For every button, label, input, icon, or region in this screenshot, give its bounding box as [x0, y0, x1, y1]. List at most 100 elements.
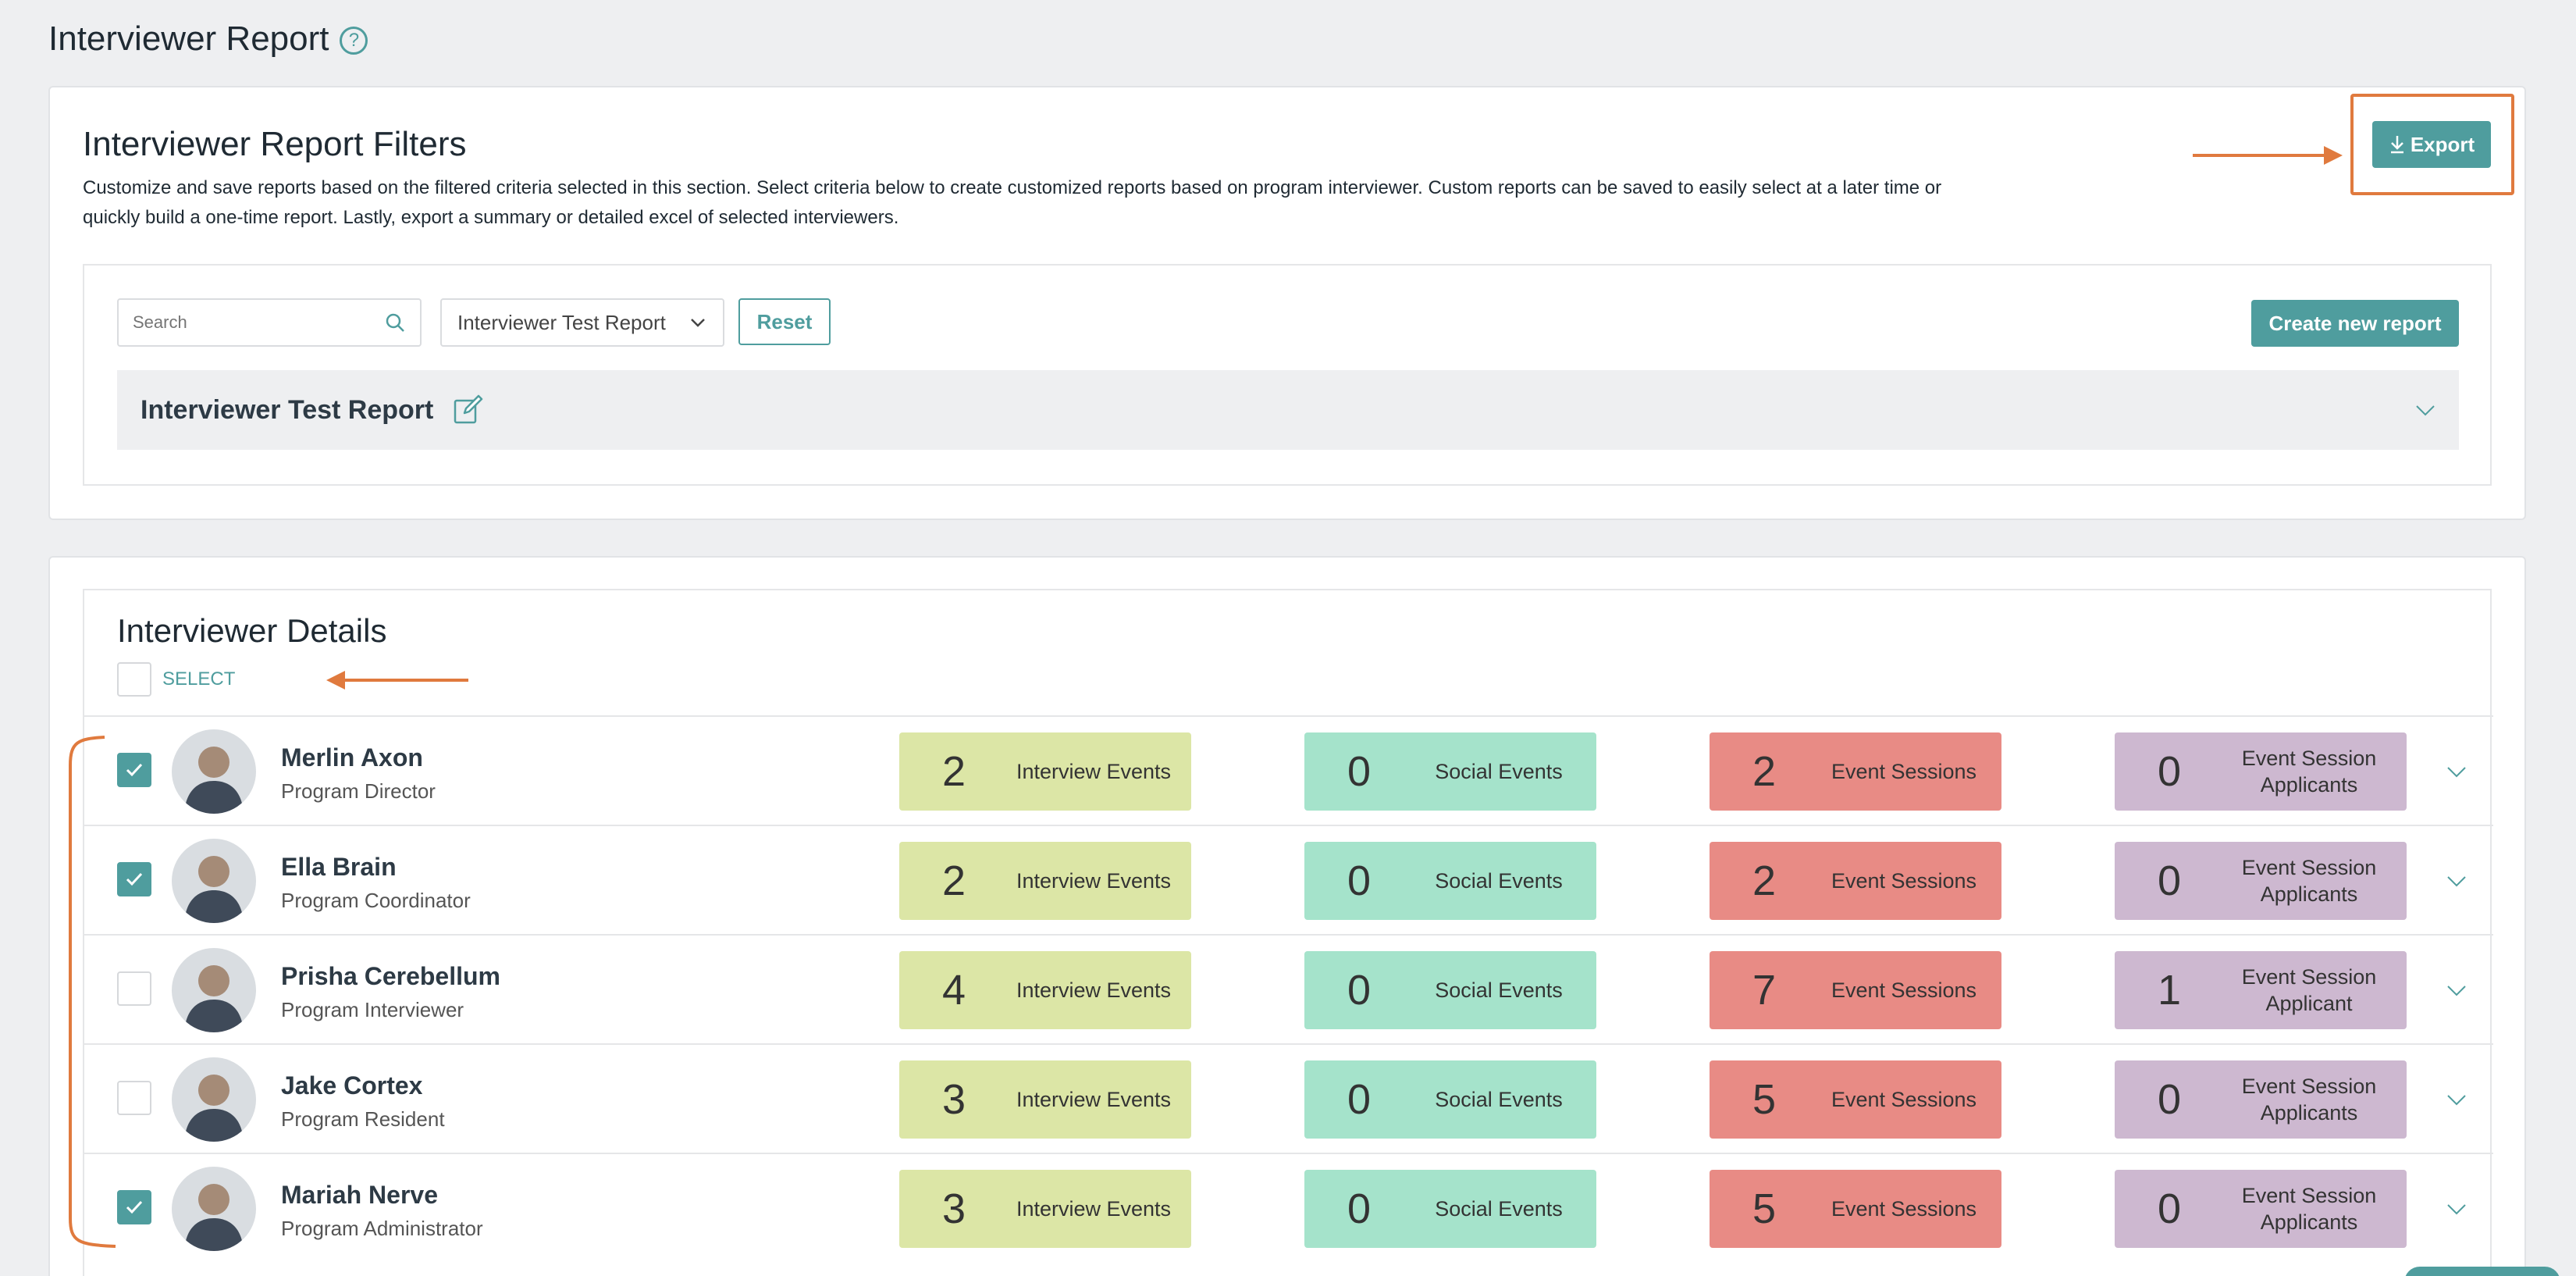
interview-events-label: Interview Events	[1016, 760, 1172, 783]
event-sessions-stat: 7 Event Sessions	[1710, 951, 2001, 1029]
report-panel-header[interactable]: Interviewer Test Report	[117, 370, 2459, 450]
event-sessions-count: 5	[1752, 1076, 1777, 1123]
event-sessions-label: Event Sessions	[1831, 869, 1977, 893]
event-session-applicants-label: Event Session Applicant	[2224, 964, 2407, 1017]
event-session-applicants-label: Event Session Applicants	[2224, 1182, 2407, 1235]
avatar	[172, 948, 256, 1032]
chevron-down-icon[interactable]	[2445, 978, 2468, 1002]
edit-icon[interactable]	[452, 394, 483, 426]
applicants-label-line-1: Event Session	[2241, 747, 2377, 770]
search-icon[interactable]	[384, 312, 406, 333]
event-session-applicants-stat: 1 Event Session Applicant	[2115, 951, 2407, 1029]
interviewer-name: Mariah Nerve	[281, 1181, 438, 1209]
applicants-label-line-2: Applicants	[2260, 1210, 2358, 1234]
interview-events-stat: 4 Interview Events	[899, 951, 1191, 1029]
details-panel: Interviewer Details SELECT Merlin Axon P…	[83, 589, 2493, 1276]
search-input[interactable]	[133, 312, 384, 333]
avatar-icon	[172, 948, 256, 1032]
page-title: Interviewer Report	[48, 20, 329, 58]
event-sessions-stat: 5 Event Sessions	[1710, 1170, 2001, 1248]
interviewer-role: Program Resident	[281, 1107, 445, 1131]
social-events-stat: 0 Social Events	[1304, 732, 1596, 811]
interview-events-label: Interview Events	[1016, 1197, 1172, 1221]
annotation-arrow-right-icon	[2193, 146, 2343, 165]
table-row: Jake Cortex Program Resident 3 Interview…	[84, 1043, 2493, 1153]
select-all-checkbox[interactable]	[117, 662, 151, 697]
report-select[interactable]: Interviewer Test Report	[440, 298, 724, 347]
social-events-stat: 0 Social Events	[1304, 842, 1596, 920]
event-sessions-count: 5	[1752, 1185, 1777, 1232]
export-button[interactable]: Export	[2372, 121, 2491, 168]
event-session-applicants-label: Event Session Applicants	[2224, 1073, 2407, 1126]
event-sessions-stat: 2 Event Sessions	[1710, 732, 2001, 811]
reset-button[interactable]: Reset	[738, 298, 831, 345]
check-icon	[126, 763, 143, 777]
filters-card: Interviewer Report Filters Customize and…	[48, 86, 2526, 520]
chevron-down-icon[interactable]	[2445, 869, 2468, 893]
row-checkbox[interactable]	[117, 971, 151, 1006]
interview-events-label: Interview Events	[1016, 1088, 1172, 1111]
social-events-label: Social Events	[1435, 1197, 1563, 1221]
interviewer-name: Jake Cortex	[281, 1071, 423, 1100]
avatar-icon	[172, 729, 256, 814]
social-events-count: 0	[1347, 967, 1372, 1014]
interview-events-count: 2	[941, 748, 966, 795]
filters-title: Interviewer Report Filters	[83, 125, 467, 163]
applicants-label-line-2: Applicants	[2260, 882, 2358, 906]
interviewer-role: Program Coordinator	[281, 889, 471, 912]
applicants-label-line-1: Event Session	[2241, 1075, 2377, 1098]
event-sessions-stat: 2 Event Sessions	[1710, 842, 2001, 920]
chevron-down-icon[interactable]	[2445, 760, 2468, 783]
applicants-label-line-2: Applicants	[2260, 1101, 2358, 1125]
check-icon	[126, 872, 143, 886]
applicants-label-line-2: Applicant	[2265, 992, 2353, 1015]
filters-description: Customize and save reports based on the …	[83, 177, 1942, 228]
avatar-icon	[172, 839, 256, 923]
annotation-bracket	[69, 736, 116, 1248]
interviewer-role: Program Interviewer	[281, 998, 464, 1021]
floating-action-button[interactable]	[2404, 1267, 2560, 1276]
avatar	[172, 839, 256, 923]
avatar	[172, 729, 256, 814]
social-events-count: 0	[1347, 748, 1372, 795]
interview-events-count: 3	[941, 1185, 966, 1232]
select-all-label[interactable]: SELECT	[162, 668, 235, 690]
event-sessions-count: 2	[1752, 748, 1777, 795]
check-icon	[126, 1200, 143, 1214]
interview-events-label: Interview Events	[1016, 869, 1172, 893]
social-events-label: Social Events	[1435, 760, 1563, 783]
social-events-stat: 0 Social Events	[1304, 1170, 1596, 1248]
select-all-row: SELECT	[117, 662, 235, 697]
chevron-down-icon[interactable]	[2414, 398, 2437, 422]
event-session-applicants-stat: 0 Event Session Applicants	[2115, 842, 2407, 920]
interviewer-name: Merlin Axon	[281, 743, 423, 772]
filters-panel: Interviewer Test Report Reset Create new…	[83, 264, 2492, 486]
table-row: Prisha Cerebellum Program Interviewer 4 …	[84, 934, 2493, 1043]
create-new-report-button[interactable]: Create new report	[2251, 300, 2459, 347]
interviewer-role: Program Director	[281, 779, 436, 803]
event-session-applicants-count: 0	[2157, 1076, 2182, 1123]
page-header: Interviewer Report ?	[48, 17, 368, 61]
details-card: Interviewer Details SELECT Merlin Axon P…	[48, 556, 2526, 1276]
row-checkbox[interactable]	[117, 862, 151, 896]
help-icon[interactable]: ?	[340, 27, 368, 55]
social-events-count: 0	[1347, 857, 1372, 904]
row-checkbox[interactable]	[117, 1081, 151, 1115]
row-checkbox[interactable]	[117, 753, 151, 787]
interview-events-stat: 3 Interview Events	[899, 1060, 1191, 1139]
report-panel-title: Interviewer Test Report	[141, 394, 434, 425]
event-session-applicants-label: Event Session Applicants	[2224, 745, 2407, 798]
social-events-label: Social Events	[1435, 1088, 1563, 1111]
search-field[interactable]	[117, 298, 422, 347]
report-select-value: Interviewer Test Report	[457, 310, 666, 334]
chevron-down-icon[interactable]	[2445, 1197, 2468, 1221]
event-sessions-label: Event Sessions	[1831, 1197, 1977, 1221]
event-session-applicants-count: 1	[2157, 967, 2182, 1014]
chevron-down-icon[interactable]	[2445, 1088, 2468, 1111]
avatar-icon	[172, 1167, 256, 1251]
event-sessions-stat: 5 Event Sessions	[1710, 1060, 2001, 1139]
download-icon	[2390, 136, 2403, 154]
event-session-applicants-stat: 0 Event Session Applicants	[2115, 1060, 2407, 1139]
row-checkbox[interactable]	[117, 1190, 151, 1224]
interviewer-name: Prisha Cerebellum	[281, 962, 500, 990]
